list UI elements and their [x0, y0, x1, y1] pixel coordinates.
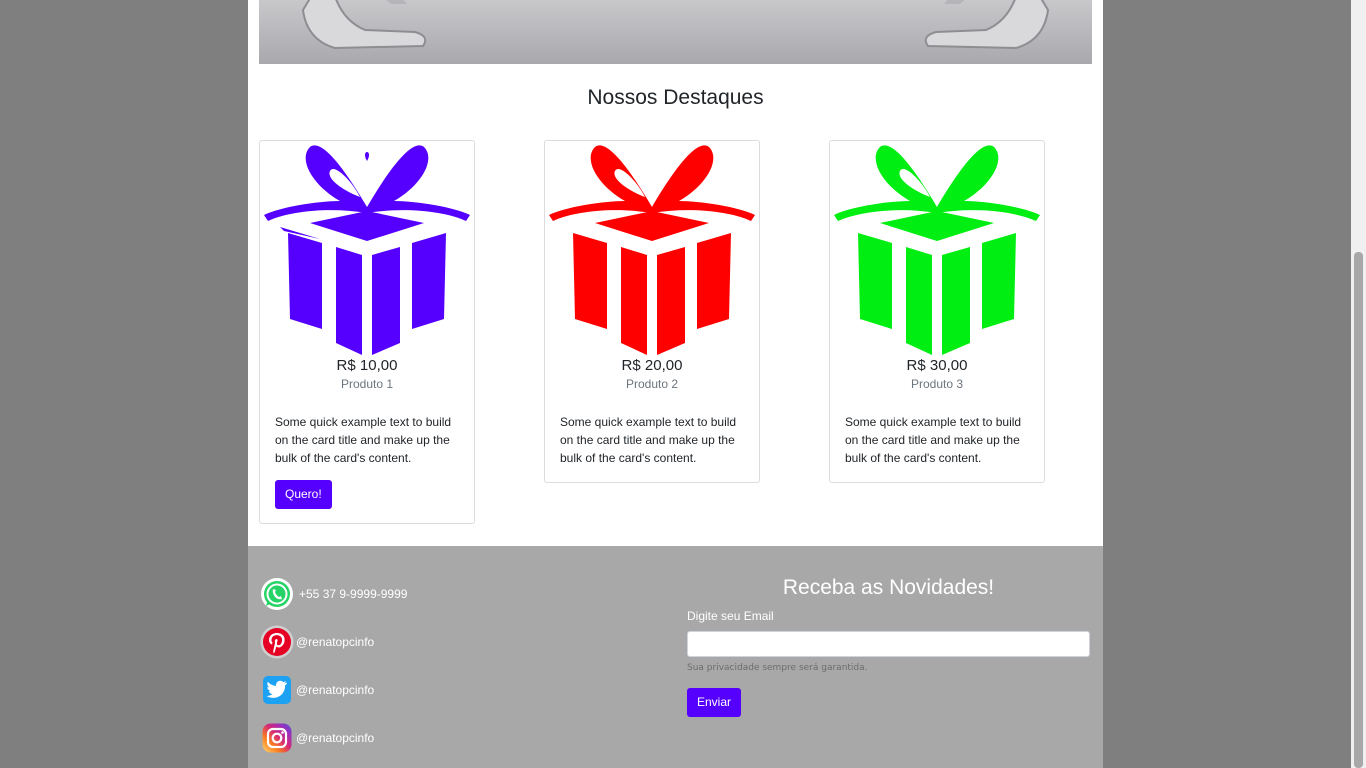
pinterest-handle: @renatopcinfo [296, 635, 375, 649]
page-scrollbar[interactable] [1351, 0, 1366, 768]
product-card-3: R$ 30,00 Produto 3 Some quick example te… [829, 140, 1045, 483]
instagram-handle: @renatopcinfo [296, 731, 375, 745]
page-container: Nossos Destaques R$ 10,00 Produto 1 Some… [248, 0, 1103, 768]
product-description: Some quick example text to build on the … [845, 415, 1022, 465]
gift-box-image [260, 141, 474, 355]
gift-icon [549, 145, 755, 355]
product-name: Produto 3 [910, 377, 964, 391]
buy-button[interactable]: Quero! [275, 480, 332, 509]
section-title: Nossos Destaques [587, 86, 764, 109]
product-name: Produto 2 [625, 377, 679, 391]
product-price: R$ 30,00 [906, 357, 968, 374]
email-input[interactable] [687, 631, 1090, 657]
product-card-2: R$ 20,00 Produto 2 Some quick example te… [544, 140, 760, 483]
twitter-handle: @renatopcinfo [296, 683, 375, 697]
newsletter-title: Receba as Novidades! [782, 576, 995, 599]
gift-icon [834, 145, 1040, 355]
gift-icon [264, 145, 470, 355]
product-description: Some quick example text to build on the … [560, 415, 737, 465]
privacy-note: Sua privacidade sempre será garantida. [687, 663, 868, 673]
whatsapp-icon [261, 578, 293, 610]
social-pinterest[interactable]: @renatopcinfo [260, 625, 374, 659]
scrollbar-thumb[interactable] [1354, 252, 1363, 768]
product-name: Produto 1 [340, 377, 394, 391]
whatsapp-number: +55 37 9-9999-9999 [299, 587, 408, 601]
product-card-1: R$ 10,00 Produto 1 Some quick example te… [259, 140, 475, 524]
social-whatsapp[interactable]: +55 37 9-9999-9999 [260, 577, 407, 611]
product-price: R$ 20,00 [621, 357, 683, 374]
social-twitter[interactable]: @renatopcinfo [260, 673, 374, 707]
monitor-stand-left [301, 0, 427, 50]
hero-banner-image [259, 0, 1092, 64]
social-instagram[interactable]: @renatopcinfo [260, 721, 374, 755]
submit-button[interactable]: Enviar [687, 688, 742, 717]
monitor-stand-right [924, 0, 1050, 50]
twitter-icon [263, 676, 291, 704]
email-label: Digite seu Email [687, 609, 774, 623]
footer: +55 37 9-9999-9999 @renatopcinfo @renato… [248, 546, 1103, 768]
gift-box-image [545, 141, 759, 355]
gift-box-image [830, 141, 1044, 355]
product-price: R$ 10,00 [336, 357, 398, 374]
product-description: Some quick example text to build on the … [275, 415, 452, 465]
pinterest-icon [260, 625, 294, 659]
instagram-icon [262, 723, 292, 753]
